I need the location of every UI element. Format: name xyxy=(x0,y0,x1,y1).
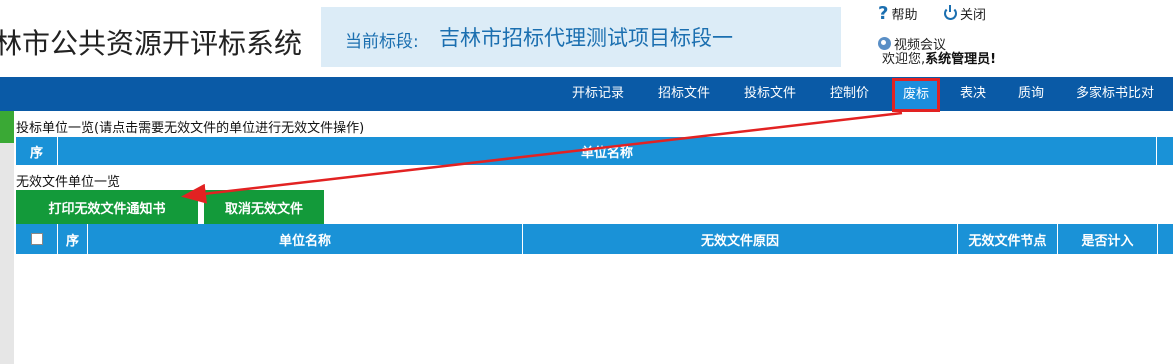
system-title: 林市公共资源开评标系统 xyxy=(0,27,303,60)
bidders-section-title: 投标单位一览(请点击需要无效文件的单位进行无效文件操作) xyxy=(16,121,365,136)
tab-multi-compare[interactable]: 多家标书比对 xyxy=(1076,77,1154,111)
welcome-prefix: 欢迎您, xyxy=(882,52,926,67)
app-root: 林市公共资源开评标系统 当前标段: 吉林市招标代理测试项目标段一 ? 帮助 关闭… xyxy=(0,0,1173,364)
col-invalid-node: 无效文件节点 xyxy=(958,224,1058,254)
bid-label: 当前标段: xyxy=(345,32,419,52)
tab-tender-docs[interactable]: 招标文件 xyxy=(658,77,710,111)
invalid-section-title: 无效文件单位一览 xyxy=(16,175,121,190)
cancel-invalid-button[interactable]: 取消无效文件 xyxy=(204,190,324,224)
header: 林市公共资源开评标系统 当前标段: 吉林市招标代理测试项目标段一 ? 帮助 关闭… xyxy=(0,0,1173,77)
welcome-text: 欢迎您,系统管理员! xyxy=(882,48,996,67)
close-link[interactable]: 关闭 xyxy=(944,4,986,23)
col-counted: 是否计入 xyxy=(1058,224,1158,254)
col-index: 序 xyxy=(58,224,88,254)
print-invalid-notice-button[interactable]: 打印无效文件通知书 xyxy=(16,190,198,224)
tab-opening-record[interactable]: 开标记录 xyxy=(572,77,624,111)
col-invalid-reason: 无效文件原因 xyxy=(523,224,958,254)
welcome-user: 系统管理员! xyxy=(925,52,997,67)
current-bid-section: 当前标段: 吉林市招标代理测试项目标段一 xyxy=(321,7,841,67)
help-label: 帮助 xyxy=(891,8,918,23)
main-nav: 开标记录 招标文件 投标文件 控制价 废标 表决 质询 多家标书比对 xyxy=(0,77,1173,112)
tab-control-price[interactable]: 控制价 xyxy=(830,77,869,111)
col-company-name: 单位名称 xyxy=(58,137,1157,165)
invalid-table-header: 序 单位名称 无效文件原因 无效文件节点 是否计入 xyxy=(16,224,1173,254)
tab-bid-docs[interactable]: 投标文件 xyxy=(744,77,796,111)
left-sidebar-strip xyxy=(0,111,14,364)
bid-name: 吉林市招标代理测试项目标段一 xyxy=(439,26,733,50)
bidders-table-header: 序 单位名称 xyxy=(16,137,1173,165)
tab-invalid-bid[interactable]: 废标 xyxy=(892,78,941,112)
col-index: 序 xyxy=(16,137,58,165)
col-company-name: 单位名称 xyxy=(88,224,523,254)
select-all-checkbox[interactable] xyxy=(30,233,43,245)
left-sidebar-active-marker xyxy=(0,111,14,143)
tab-inquiry[interactable]: 质询 xyxy=(1018,77,1044,111)
select-all-cell xyxy=(16,224,58,254)
help-icon: ? xyxy=(878,2,889,24)
close-label: 关闭 xyxy=(960,8,987,23)
tab-vote[interactable]: 表决 xyxy=(960,77,986,111)
help-link[interactable]: ? 帮助 xyxy=(878,4,917,23)
power-icon xyxy=(944,5,957,20)
